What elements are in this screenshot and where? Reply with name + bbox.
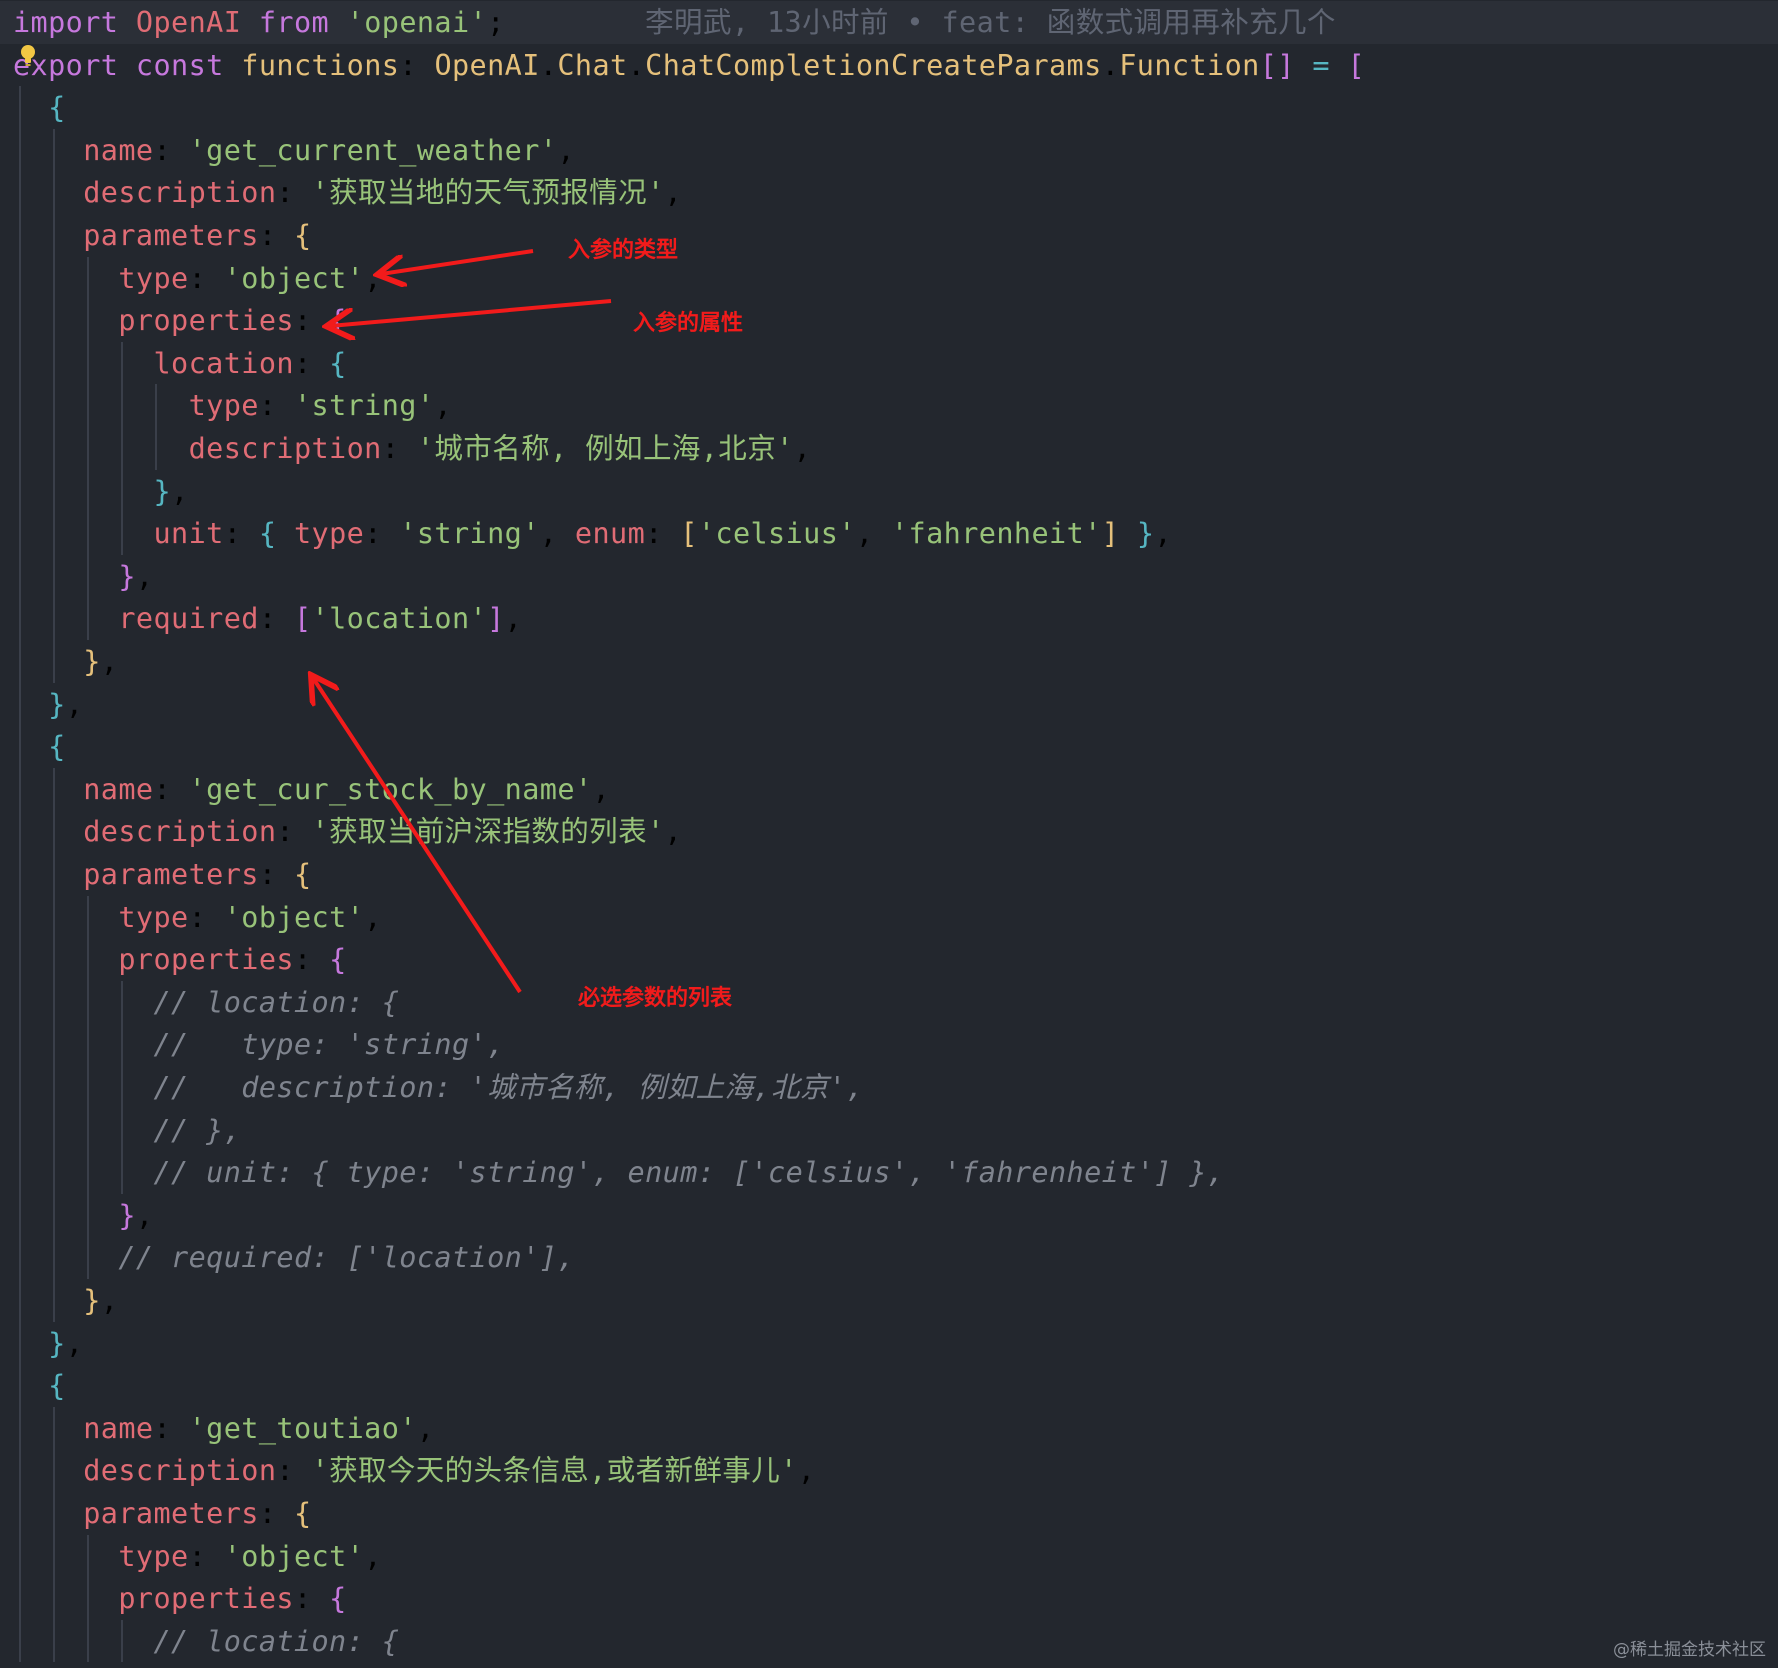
code-line[interactable]: export const functions: OpenAI.Chat.Chat… xyxy=(0,44,1778,87)
code-line[interactable]: { xyxy=(0,725,1778,768)
code-line[interactable]: }, xyxy=(0,555,1778,598)
code-line[interactable]: description: '获取今天的头条信息,或者新鲜事儿', xyxy=(0,1449,1778,1492)
code-line[interactable]: type: 'string', xyxy=(0,384,1778,427)
code-line[interactable]: description: '城市名称, 例如上海,北京', xyxy=(0,427,1778,470)
code-line[interactable]: parameters: { xyxy=(0,853,1778,896)
code-line[interactable]: properties: { xyxy=(0,299,1778,342)
code-line[interactable]: // }, xyxy=(0,1109,1778,1152)
code-line[interactable]: // location: { xyxy=(0,1620,1778,1663)
code-line[interactable]: unit: { type: 'string', enum: ['celsius'… xyxy=(0,512,1778,555)
code-line[interactable]: // unit: { type: 'string', enum: ['celsi… xyxy=(0,1151,1778,1194)
code-line[interactable]: }, xyxy=(0,683,1778,726)
code-line[interactable]: // required: ['location'], xyxy=(0,1236,1778,1279)
code-line[interactable]: { xyxy=(0,86,1778,129)
code-editor[interactable]: import OpenAI from 'openai'; 李明武, 13小时前 … xyxy=(0,0,1778,1668)
code-line[interactable]: parameters: { xyxy=(0,214,1778,257)
lightbulb-icon[interactable] xyxy=(19,44,37,68)
code-line[interactable]: properties: { xyxy=(0,1577,1778,1620)
code-line[interactable]: }, xyxy=(0,640,1778,683)
annotation-param-properties: 入参的属性 xyxy=(633,311,744,336)
code-line[interactable]: name: 'get_toutiao', xyxy=(0,1407,1778,1450)
annotation-required-list: 必选参数的列表 xyxy=(578,986,733,1011)
code-line[interactable]: name: 'get_current_weather', xyxy=(0,129,1778,172)
code-line[interactable]: parameters: { xyxy=(0,1492,1778,1535)
code-line[interactable]: // description: '城市名称, 例如上海,北京', xyxy=(0,1066,1778,1109)
code-line[interactable]: type: 'object', xyxy=(0,257,1778,300)
code-line[interactable]: description: '获取当前沪深指数的列表', xyxy=(0,810,1778,853)
code-line[interactable]: }, xyxy=(0,1322,1778,1365)
annotation-param-type: 入参的类型 xyxy=(568,238,679,263)
code-line[interactable]: properties: { xyxy=(0,938,1778,981)
git-blame-annotation: 李明武, 13小时前 • feat: 函数式调用再补充几个 xyxy=(504,6,1336,39)
code-line[interactable]: { xyxy=(0,1364,1778,1407)
watermark: @稀土掘金技术社区 xyxy=(1613,1640,1766,1660)
code-line[interactable]: location: { xyxy=(0,342,1778,385)
code-line[interactable]: type: 'object', xyxy=(0,896,1778,939)
code-line[interactable]: }, xyxy=(0,1279,1778,1322)
code-line[interactable]: name: 'get_cur_stock_by_name', xyxy=(0,768,1778,811)
code-line[interactable]: type: 'object', xyxy=(0,1535,1778,1578)
code-line[interactable]: required: ['location'], xyxy=(0,597,1778,640)
code-line[interactable]: // location: { xyxy=(0,981,1778,1024)
code-line[interactable]: import OpenAI from 'openai'; 李明武, 13小时前 … xyxy=(0,1,1778,44)
code-line[interactable]: }, xyxy=(0,470,1778,513)
code-line[interactable]: }, xyxy=(0,1194,1778,1237)
code-line[interactable]: description: '获取当地的天气预报情况', xyxy=(0,171,1778,214)
code-line[interactable]: // type: 'string', xyxy=(0,1023,1778,1066)
